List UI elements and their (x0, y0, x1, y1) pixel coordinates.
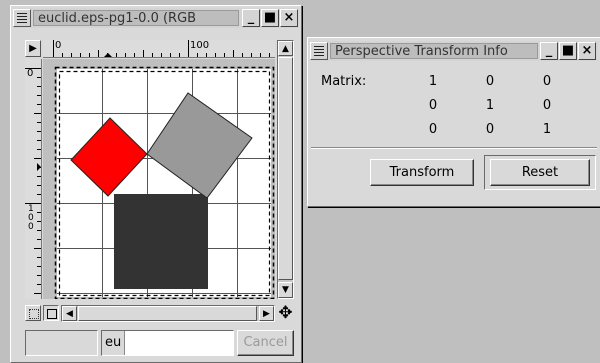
image-window-title: euclid.eps-pg1-0.0 (RGB (33, 10, 239, 26)
minimize-icon: _ (545, 43, 553, 58)
scroll-left-button[interactable]: ◀ (62, 306, 77, 321)
quickmask-on-icon (47, 309, 57, 319)
horizontal-ruler-ticks (53, 40, 270, 57)
horizontal-scrollbar[interactable]: ◀ ▶ (61, 305, 275, 322)
scroll-up-button[interactable]: ▲ (278, 41, 293, 56)
menu-icon (17, 13, 27, 23)
vertical-scrollbar[interactable]: ▲ ▼ (277, 40, 294, 299)
status-pointer-field (25, 330, 98, 356)
image-canvas[interactable] (43, 59, 275, 299)
close-button[interactable]: × (280, 9, 298, 27)
navigate-button[interactable]: ✥ (277, 305, 294, 322)
close-icon: × (581, 43, 593, 58)
dialog-menu-button[interactable] (310, 42, 328, 60)
arrow-up-icon: ▲ (282, 44, 289, 54)
maximize-icon: ■ (561, 43, 575, 58)
matrix-cell: 0 (428, 98, 438, 113)
ruler-label-100: 100 (190, 40, 210, 51)
quickmask-off-button[interactable] (25, 305, 41, 321)
cancel-label: Cancel (243, 335, 288, 350)
scroll-right-button[interactable]: ▶ (259, 306, 274, 321)
dialog-close-button[interactable]: × (578, 42, 596, 60)
arrow-right-icon: ▶ (263, 309, 270, 319)
window-menu-button[interactable] (13, 9, 31, 27)
status-input-value: eu (105, 335, 122, 350)
maximize-icon: ■ (263, 10, 277, 25)
minimize-icon: _ (247, 10, 255, 25)
transform-info-dialog: Perspective Transform Info _ ■ × Matrix:… (307, 37, 600, 207)
image-window-titlebar[interactable]: euclid.eps-pg1-0.0 (RGB _ ■ × (13, 8, 299, 28)
reset-button-frame: Reset (484, 155, 596, 190)
matrix-cell: 1 (542, 122, 552, 137)
canvas-drawing (54, 66, 275, 299)
scroll-down-button[interactable]: ▼ (278, 282, 293, 298)
ruler-menu-button[interactable]: ▶ (25, 40, 41, 57)
matrix-cell: 0 (542, 74, 552, 89)
move-cross-icon: ✥ (278, 303, 293, 323)
dark-square (114, 194, 208, 289)
triangle-right-icon: ▶ (29, 43, 37, 54)
transform-button[interactable]: Transform (370, 159, 474, 186)
arrow-left-icon: ◀ (66, 309, 73, 319)
dialog-title: Perspective Transform Info (330, 43, 538, 59)
ruler-label-0: 0 (55, 40, 62, 51)
reset-button[interactable]: Reset (490, 159, 590, 186)
dialog-minimize-button[interactable]: _ (540, 42, 558, 60)
close-icon: × (283, 10, 295, 25)
vruler-label-100: 1 0 0 (28, 204, 34, 232)
arrow-down-icon: ▼ (282, 285, 289, 295)
matrix-label: Matrix: (321, 74, 367, 89)
status-input-label-box: eu (102, 331, 125, 355)
matrix-cell: 0 (428, 122, 438, 137)
dialog-separator (311, 147, 597, 149)
horizontal-scroll-thumb[interactable] (78, 306, 257, 321)
dialog-maximize-button[interactable]: ■ (559, 42, 577, 60)
vertical-scroll-thumb[interactable] (278, 57, 293, 280)
matrix-cell: 0 (485, 122, 495, 137)
matrix-cell: 1 (428, 74, 438, 89)
image-window: euclid.eps-pg1-0.0 (RGB _ ■ × ▶ 0 100 0 … (10, 5, 302, 363)
transform-label: Transform (389, 165, 455, 180)
status-input-field[interactable]: eu (101, 330, 234, 356)
menu-icon (314, 46, 324, 56)
horizontal-ruler[interactable]: 0 100 (43, 40, 275, 58)
vertical-ruler-ticks (25, 68, 41, 294)
quickmask-off-icon (29, 309, 39, 319)
cancel-button[interactable]: Cancel (237, 330, 294, 356)
vruler-label-0: 0 (27, 68, 34, 79)
minimize-button[interactable]: _ (242, 9, 260, 27)
quickmask-on-button[interactable] (43, 305, 59, 321)
reset-label: Reset (521, 165, 559, 180)
maximize-button[interactable]: ■ (261, 9, 279, 27)
matrix-cell: 0 (485, 74, 495, 89)
matrix-cell: 1 (485, 98, 495, 113)
matrix-cell: 0 (542, 98, 552, 113)
dialog-titlebar[interactable]: Perspective Transform Info _ ■ × (310, 41, 598, 61)
vertical-ruler[interactable]: 0 1 0 0 (25, 59, 42, 299)
